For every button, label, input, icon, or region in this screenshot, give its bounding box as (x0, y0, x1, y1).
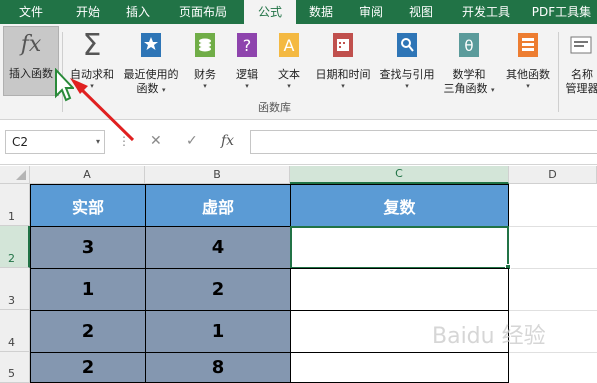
column-header-b[interactable]: B (145, 166, 290, 184)
cell-a3[interactable]: 1 (30, 268, 146, 311)
cell-c2-selected[interactable] (290, 226, 509, 269)
cell-b5[interactable]: 8 (145, 352, 291, 383)
cell-c3[interactable] (290, 268, 509, 311)
sigma-icon: Σ (82, 27, 102, 63)
star-book-icon (138, 30, 164, 60)
cell-c1-complex-header[interactable]: 复数 (290, 184, 509, 227)
math-trig-button[interactable]: θ 数学和 三角函数 ▾ (441, 28, 497, 100)
name-manager-icon (569, 30, 595, 60)
fx-icon: fx (20, 31, 42, 57)
resize-handle-icon[interactable]: ⋮ (118, 134, 130, 148)
cell-b3[interactable]: 2 (145, 268, 291, 311)
svg-text:?: ? (243, 36, 252, 55)
tab-home[interactable]: 开始 (62, 0, 114, 24)
function-library-group-label: 函数库 (258, 101, 291, 114)
tab-formulas[interactable]: 公式 (244, 0, 296, 24)
select-all-corner[interactable] (0, 166, 30, 184)
tab-page-layout[interactable]: 页面布局 (162, 0, 244, 24)
tab-review[interactable]: 审阅 (346, 0, 396, 24)
logical-label: 逻辑 (236, 68, 258, 81)
finance-book-icon (192, 30, 218, 60)
cancel-icon[interactable]: ✕ (150, 133, 162, 149)
autosum-label: 自动求和 (70, 68, 114, 81)
more-functions-label: 其他函数 (506, 68, 550, 81)
column-header-a[interactable]: A (30, 166, 145, 184)
insert-function-label: 插入函数 (9, 67, 53, 80)
cell-b4[interactable]: 1 (145, 310, 291, 353)
logical-button[interactable]: ? 逻辑 ▾ (230, 28, 264, 100)
tab-file[interactable]: 文件 (0, 0, 62, 24)
name-box-value: C2 (12, 135, 29, 149)
insert-function-fx-icon[interactable]: fx (221, 133, 234, 149)
cell-b2[interactable]: 4 (145, 226, 291, 269)
insert-function-button[interactable]: fx 插入函数 (3, 26, 59, 96)
tab-insert[interactable]: 插入 (114, 0, 162, 24)
cell-a5[interactable]: 2 (30, 352, 146, 383)
svg-text:A: A (284, 36, 295, 55)
cell-c5[interactable] (290, 352, 509, 383)
theta-book-icon: θ (456, 30, 482, 60)
formula-input[interactable] (250, 130, 597, 154)
recently-used-label: 最近使用的 (123, 68, 179, 81)
cell-a4[interactable]: 2 (30, 310, 146, 353)
tab-developer[interactable]: 开发工具 (446, 0, 526, 24)
row-header-5[interactable]: 5 (0, 352, 30, 383)
date-time-button[interactable]: 日期和时间 ▾ (312, 28, 374, 100)
name-box[interactable]: C2 ▾ (5, 130, 105, 154)
row-header-3[interactable]: 3 (0, 268, 30, 310)
row-header-4[interactable]: 4 (0, 310, 30, 352)
text-label: 文本 (278, 68, 300, 81)
name-manager-button[interactable]: 名称 管理器 (562, 28, 597, 100)
ribbon-formulas: fx 插入函数 Σ 自动求和 ▾ 最近使用的函数 ▾ 财务 ▾ ? 逻辑 ▾ (0, 24, 597, 120)
column-header-d[interactable]: D (509, 166, 597, 184)
lookup-reference-button[interactable]: 查找与引用 ▾ (377, 28, 437, 100)
formula-bar: C2 ▾ ⋮ ✕ ✓ fx (0, 121, 597, 165)
question-book-icon: ? (234, 30, 260, 60)
financial-label: 财务 (194, 68, 216, 81)
column-header-c[interactable]: C (290, 166, 509, 184)
calendar-book-icon (330, 30, 356, 60)
tab-pdf-tools[interactable]: PDF工具集 (526, 0, 597, 24)
math-trig-label: 数学和 (452, 68, 486, 81)
cell-a1-real-part-header[interactable]: 实部 (30, 184, 146, 227)
recently-used-button[interactable]: 最近使用的 函数 ▾ (120, 28, 182, 100)
text-button[interactable]: A 文本 ▾ (272, 28, 306, 100)
chevron-down-icon[interactable]: ▾ (96, 131, 100, 153)
tab-data[interactable]: 数据 (296, 0, 346, 24)
row-header-2[interactable]: 2 (0, 226, 30, 268)
lookup-book-icon (394, 30, 420, 60)
enter-icon[interactable]: ✓ (186, 133, 198, 149)
cell-a2[interactable]: 3 (30, 226, 146, 269)
text-book-icon: A (276, 30, 302, 60)
date-time-label: 日期和时间 (315, 68, 371, 81)
ribbon-tab-bar: 文件 开始 插入 页面布局 公式 数据 审阅 视图 开发工具 PDF工具集 (0, 0, 597, 24)
cell-b1-imaginary-part-header[interactable]: 虚部 (145, 184, 291, 227)
svg-text:θ: θ (464, 37, 473, 55)
row-header-1[interactable]: 1 (0, 184, 30, 226)
more-functions-button[interactable]: 其他函数 ▾ (502, 28, 554, 100)
tab-view[interactable]: 视图 (396, 0, 446, 24)
watermark: Baidu 经验 (432, 324, 546, 349)
name-manager-label: 名称 (571, 68, 593, 81)
financial-button[interactable]: 财务 ▾ (188, 28, 222, 100)
more-functions-icon (515, 30, 541, 60)
mouse-cursor-icon (55, 68, 74, 102)
lookup-reference-label: 查找与引用 (379, 68, 435, 81)
